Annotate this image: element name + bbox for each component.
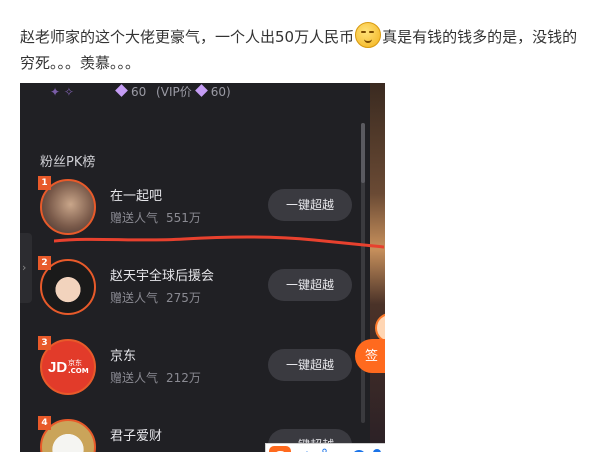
vip-price-label: (VIP价 xyxy=(156,85,192,99)
fan-group-name: 君子爱财 xyxy=(110,429,163,444)
rank-badge: 2 xyxy=(38,256,51,270)
sparkle-icon: ✦ ✧ xyxy=(50,85,74,99)
rank-badge: 4 xyxy=(38,416,51,430)
price-value: 60 xyxy=(130,85,147,99)
list-item: 1 在一起吧 赠送人气 551万 一键超越 xyxy=(38,176,360,239)
sign-in-label: 签 xyxy=(365,349,379,364)
post-text-before: 赵老师家的这个大佬更豪气，一个人出50万人民币 xyxy=(20,28,355,46)
list-item: 2 赵天宇全球后援会 赠送人气 275万 一键超越 xyxy=(38,256,360,319)
microphone-icon[interactable] xyxy=(373,449,381,452)
sogou-logo-icon: S xyxy=(269,446,291,452)
vip-price-value: 60) xyxy=(210,85,231,99)
section-title: 粉丝PK榜 xyxy=(40,155,96,170)
scrollbar-thumb[interactable] xyxy=(361,123,365,183)
popularity-value: 275万 xyxy=(166,291,201,305)
jd-logo-com: .COM xyxy=(68,367,89,375)
smirk-emoji-icon xyxy=(355,22,382,48)
fan-group-name: 在一起吧 xyxy=(110,189,163,204)
emoji-icon[interactable] xyxy=(352,450,366,452)
diamond-icon xyxy=(115,84,128,97)
surpass-button[interactable]: 一键超越 xyxy=(268,269,352,301)
ime-toolbar[interactable]: S 中 °, xyxy=(265,443,385,452)
popularity-label: 赠送人气 xyxy=(110,291,159,305)
rank-badge: 3 xyxy=(38,336,51,350)
ime-punctuation-toggle[interactable]: °, xyxy=(321,447,332,452)
list-item: 3 JD 京东 .COM 京东 赠送人气 212万 一键超越 xyxy=(38,336,360,399)
ime-mode-toggle[interactable]: 中 xyxy=(300,449,314,452)
chevron-right-icon: › xyxy=(22,261,27,274)
jd-logo-letters: JD xyxy=(48,359,68,376)
popularity-label: 赠送人气 xyxy=(110,211,159,225)
embedded-screenshot: › ✦ ✧ 60 (VIP价 60) 粉丝PK榜 1 在一起吧 赠送人气 551万 一… xyxy=(20,83,385,452)
popularity-label: 赠送人气 xyxy=(110,371,159,385)
popularity-info: 赠送人气 551万 xyxy=(110,209,201,226)
rank-badge: 1 xyxy=(38,176,51,190)
surpass-button[interactable]: 一键超越 xyxy=(268,189,352,221)
popularity-value: 212万 xyxy=(166,371,201,385)
diamond-icon xyxy=(194,84,208,97)
top-price-row: ✦ ✧ 60 (VIP价 60) xyxy=(50,83,231,99)
fan-group-name: 赵天宇全球后援会 xyxy=(110,269,215,284)
fan-group-name: 京东 xyxy=(110,349,137,364)
red-underline-annotation xyxy=(54,235,384,249)
popularity-value: 551万 xyxy=(166,211,201,225)
popularity-info: 赠送人气 212万 xyxy=(110,369,201,386)
post-text: 赵老师家的这个大佬更豪气，一个人出50万人民币 真是有钱的钱多的是，没钱的穷死。。… xyxy=(20,22,590,76)
popularity-info: 赠送人气 275万 xyxy=(110,289,201,306)
surpass-button[interactable]: 一键超越 xyxy=(268,349,352,381)
